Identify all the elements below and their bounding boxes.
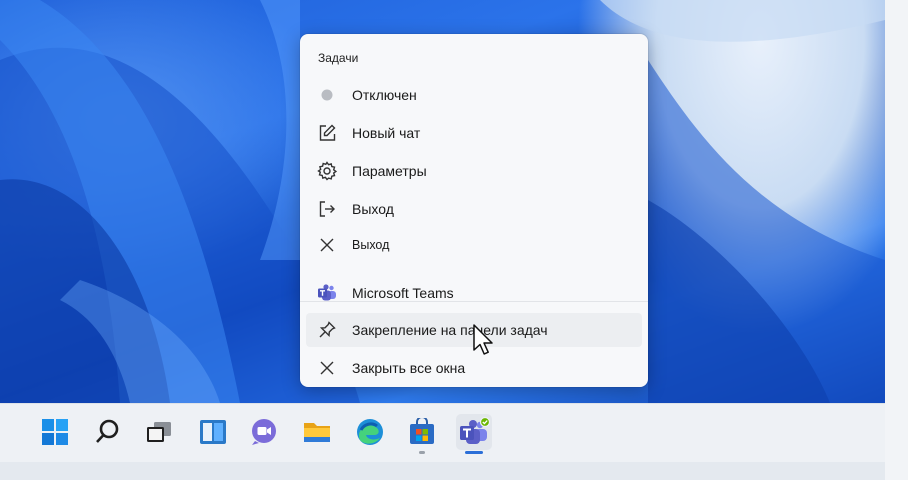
gear-icon: [316, 160, 338, 182]
menu-item-label: Выход: [352, 238, 390, 252]
edge-icon: [357, 419, 383, 445]
menu-item-status-offline[interactable]: Отключен: [306, 78, 642, 112]
chat-button[interactable]: [246, 414, 282, 450]
task-view-button[interactable]: [141, 414, 177, 450]
menu-item-label: Параметры: [352, 163, 427, 179]
teams-taskbar-button[interactable]: [456, 414, 492, 450]
menu-item-new-chat[interactable]: Новый чат: [306, 116, 642, 150]
widgets-icon: [200, 420, 226, 444]
menu-item-settings[interactable]: Параметры: [306, 154, 642, 188]
status-dot-icon: [316, 84, 338, 106]
start-button[interactable]: [37, 414, 73, 450]
task-view-icon: [147, 422, 171, 442]
menu-item-label: Выход: [352, 201, 394, 217]
pin-icon: [316, 319, 338, 341]
running-indicator: [419, 451, 425, 454]
search-button[interactable]: [90, 414, 126, 450]
screen-bottom-edge: [0, 462, 885, 480]
menu-item-open-teams[interactable]: Microsoft Teams: [306, 276, 642, 310]
close-icon: [316, 357, 338, 379]
taskbar: [0, 403, 885, 462]
screen-edge: [885, 0, 908, 480]
menu-item-label: Новый чат: [352, 125, 421, 141]
widgets-button[interactable]: [195, 414, 231, 450]
mouse-cursor-icon: [473, 324, 495, 361]
edge-button[interactable]: [352, 414, 388, 450]
menu-item-quit[interactable]: Выход: [306, 228, 642, 262]
active-indicator: [465, 451, 483, 454]
menu-item-label: Microsoft Teams: [352, 285, 454, 301]
menu-item-label: Закрепление на панели задач: [352, 322, 548, 338]
search-icon: [96, 419, 119, 443]
start-icon: [42, 419, 68, 445]
store-icon: [410, 418, 434, 444]
chat-icon: [252, 419, 276, 445]
compose-icon: [316, 122, 338, 144]
teams-icon: [460, 416, 490, 444]
file-explorer-button[interactable]: [299, 414, 335, 450]
store-button[interactable]: [404, 414, 440, 450]
jump-list-header: Задачи: [318, 51, 359, 65]
close-icon: [316, 234, 338, 256]
menu-item-sign-out[interactable]: Выход: [306, 192, 642, 226]
teams-icon: [316, 282, 338, 304]
file-explorer-icon: [304, 423, 330, 442]
menu-item-label: Отключен: [352, 87, 417, 103]
sign-out-icon: [316, 198, 338, 220]
menu-item-label: Закрыть все окна: [352, 360, 466, 376]
